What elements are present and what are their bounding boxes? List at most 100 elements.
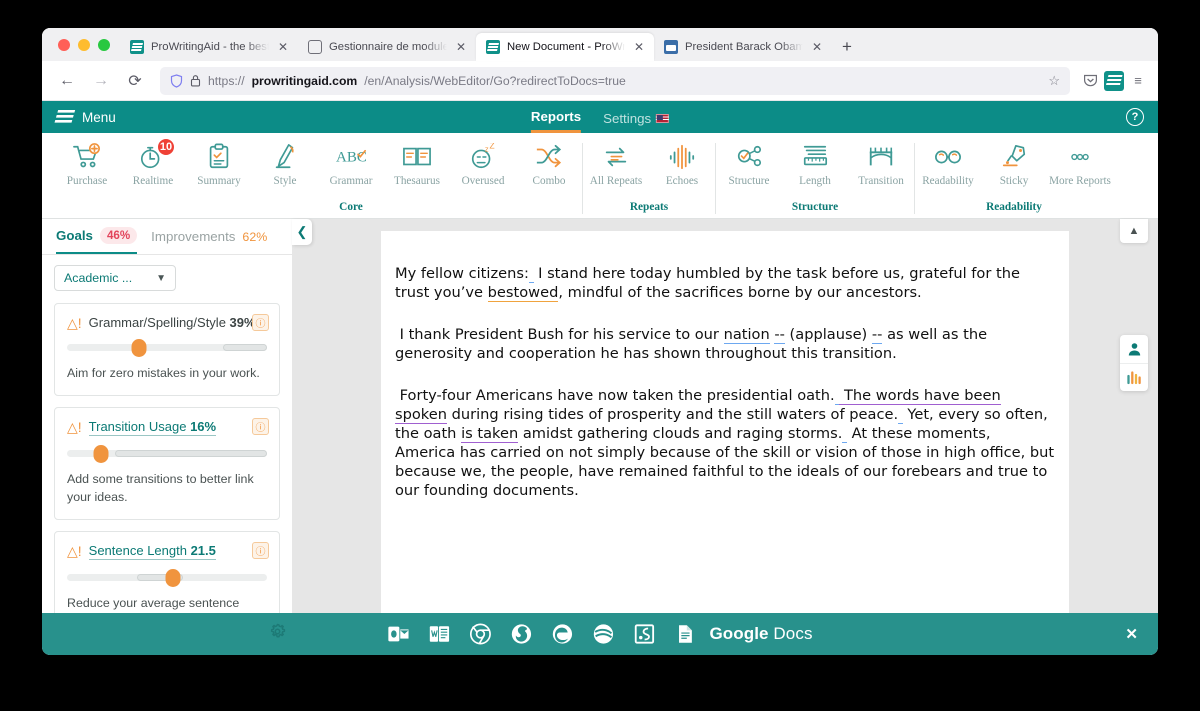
ribbon-item-length[interactable]: Length (782, 133, 848, 201)
prowritingaid-icon (486, 40, 500, 54)
ribbon-item-grammar[interactable]: ABC Grammar (318, 133, 384, 201)
tab-settings-label: Settings (603, 110, 652, 126)
bookmark-star-icon[interactable]: ☆ (1048, 73, 1060, 89)
goal-title[interactable]: Sentence Length 21.5 (88, 543, 216, 560)
ribbon-item-label: Realtime (132, 175, 174, 187)
info-box-icon[interactable]: ⓘ (252, 541, 269, 559)
document-type-value: Academic ... (64, 271, 133, 285)
close-integrations-bar-button[interactable]: ✕ (1125, 625, 1138, 643)
ribbon-item-sticky[interactable]: Sticky (981, 133, 1047, 201)
slider-target-zone (223, 344, 267, 351)
goals-sidebar: Goals 46% Improvements 62% Academic ... … (42, 219, 292, 613)
outlook-icon[interactable] (387, 623, 409, 645)
close-tab-icon[interactable]: ✕ (632, 39, 646, 55)
goal-card[interactable]: △! Grammar/Spelling/Style 39% ⓘ Aim for … (54, 303, 280, 396)
goal-slider[interactable] (67, 444, 267, 463)
slider-knob[interactable] (93, 444, 109, 463)
sidebar-tab-goals-label: Goals (56, 228, 93, 243)
prowritingaid-logo-icon (56, 110, 73, 125)
ribbon-item-echoes[interactable]: Echoes (649, 133, 715, 201)
sidebar-tab-improvements[interactable]: Improvements 62% (151, 219, 267, 254)
ribbon-item-structure[interactable]: Structure (716, 133, 782, 201)
menu-button[interactable]: Menu (56, 110, 116, 125)
new-tab-button[interactable]: + (832, 38, 862, 61)
info-box-icon[interactable]: ⓘ (252, 314, 269, 331)
forward-button[interactable]: → (86, 66, 116, 96)
ribbon-item-label: Combo (532, 175, 566, 187)
tab-settings[interactable]: Settings (603, 101, 670, 133)
ribbon-item-more-reports[interactable]: More Reports (1047, 133, 1113, 201)
close-tab-icon[interactable]: ✕ (810, 39, 824, 55)
address-bar[interactable]: https:// prowritingaid.com/en/Analysis/We… (160, 66, 1070, 95)
tab-reports-label: Reports (530, 109, 582, 124)
tab-title: New Document - ProWritingAid (507, 41, 625, 53)
opera-icon[interactable] (592, 623, 614, 645)
word-icon[interactable] (428, 623, 450, 645)
goals-percent-badge: 46% (99, 227, 138, 244)
ribbon-item-all-repeats[interactable]: All Repeats (583, 133, 649, 201)
sidebar-tab-goals[interactable]: Goals 46% (56, 219, 138, 254)
user-profile-button[interactable] (1120, 335, 1148, 363)
pocket-icon[interactable] (1080, 71, 1100, 91)
goal-title[interactable]: Transition Usage 16% (88, 419, 217, 436)
ribbon-group-repeats: All Repeats Echoes Repeats (583, 133, 715, 218)
ribbon-item-thesaurus[interactable]: Thesaurus (384, 133, 450, 201)
chrome-icon[interactable] (469, 623, 491, 645)
app-header-tabs: Reports Settings (530, 101, 670, 133)
browser-window: ProWritingAid - the best grammar checker… (42, 28, 1158, 655)
collapse-ribbon-button[interactable]: ▲ (1120, 219, 1148, 243)
document-paragraph: Forty-four Americans have now taken the … (395, 386, 1055, 499)
scrivener-icon[interactable] (633, 623, 655, 645)
document-type-select[interactable]: Academic ... ▼ (54, 265, 176, 291)
close-window-button[interactable] (58, 39, 70, 51)
firefox-icon[interactable] (510, 623, 532, 645)
browser-tab[interactable]: ProWritingAid - the best grammar checker… (120, 33, 298, 61)
ribbon-item-style[interactable]: Style (252, 133, 318, 201)
ribbon-item-overused[interactable]: z Z Overused (450, 133, 516, 201)
goal-card[interactable]: △! Sentence Length 21.5 ⓘ Reduce your av… (54, 530, 280, 613)
google-docs-icon[interactable] (674, 623, 696, 645)
slider-knob[interactable] (165, 568, 181, 587)
back-button[interactable]: ← (52, 66, 82, 96)
slider-knob[interactable] (131, 339, 147, 357)
collapse-sidebar-button[interactable]: ❮ (292, 219, 312, 245)
government-icon (664, 40, 678, 54)
ribbon-item-readability[interactable]: Readability (915, 133, 981, 201)
gear-icon[interactable] (269, 623, 286, 645)
url-path: /en/Analysis/WebEditor/Go?redirectToDocs… (364, 73, 626, 88)
app-menu-icon[interactable]: ≡ (1128, 71, 1148, 91)
ribbon-group-label (54, 213, 120, 218)
statistics-button[interactable] (1120, 363, 1148, 391)
goal-slider[interactable] (67, 339, 267, 357)
ribbon-item-label: Sticky (999, 175, 1029, 187)
browser-tab[interactable]: Gestionnaire de modules complémentaires … (298, 33, 476, 61)
waveform-icon (669, 144, 695, 170)
close-tab-icon[interactable]: ✕ (276, 39, 290, 55)
ribbon-item-purchase[interactable]: Purchase (54, 133, 120, 213)
goal-card[interactable]: △! Transition Usage 16% ⓘ Add some trans… (54, 406, 280, 520)
tab-title: President Barack Obama's Inaugural Addre… (685, 41, 803, 53)
tab-reports[interactable]: Reports (530, 101, 582, 133)
info-box-icon[interactable]: ⓘ (252, 417, 269, 435)
ribbon-item-realtime[interactable]: 10 Realtime (120, 133, 186, 201)
browser-tab-active[interactable]: New Document - ProWritingAid ✕ (476, 33, 654, 61)
ribbon-item-label: Transition (858, 175, 904, 187)
ribbon-item-combo[interactable]: Combo (516, 133, 582, 201)
ribbon-item-label: Style (273, 175, 297, 187)
close-tab-icon[interactable]: ✕ (454, 39, 468, 55)
document-page[interactable]: My fellow citizens: I stand here today h… (381, 231, 1069, 613)
goal-header: △! Sentence Length 21.5 (67, 543, 267, 560)
ribbon-item-transition[interactable]: Transition (848, 133, 914, 201)
reload-button[interactable]: ⟳ (120, 66, 150, 96)
chevron-down-icon: ▼ (156, 272, 166, 284)
edge-icon[interactable] (551, 623, 573, 645)
minimize-window-button[interactable] (78, 39, 90, 51)
improvements-percent: 62% (242, 229, 268, 244)
prowritingaid-extension-icon[interactable] (1104, 70, 1124, 91)
goal-slider[interactable] (67, 568, 267, 587)
browser-tab[interactable]: President Barack Obama's Inaugural Addre… (654, 33, 832, 61)
editor-body: Goals 46% Improvements 62% Academic ... … (42, 219, 1158, 613)
help-button[interactable]: ? (1126, 108, 1144, 126)
maximize-window-button[interactable] (98, 39, 110, 51)
ribbon-item-summary[interactable]: Summary (186, 133, 252, 201)
